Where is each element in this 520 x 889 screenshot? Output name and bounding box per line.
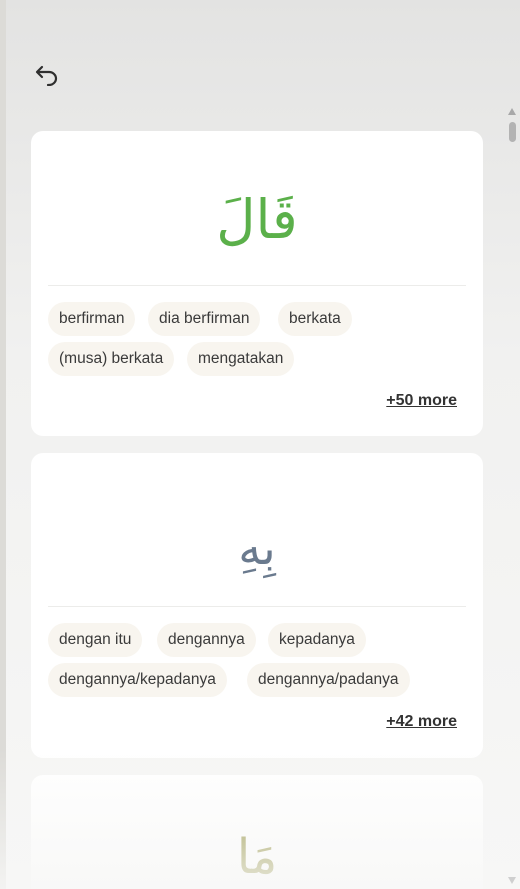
undo-arrow-icon bbox=[35, 65, 58, 86]
window-edge bbox=[0, 0, 6, 889]
word-card[interactable]: بِهِ dengan itu dengannya kepadanya deng… bbox=[31, 453, 483, 758]
word-card[interactable]: قَالَ berfirman dia berfirman berkata (m… bbox=[31, 131, 483, 436]
scroll-thumb[interactable] bbox=[509, 122, 516, 142]
arabic-word: بِهِ bbox=[31, 525, 483, 571]
meaning-tag[interactable]: dia berfirman bbox=[148, 302, 261, 336]
word-card[interactable]: مَا bbox=[31, 775, 483, 889]
meaning-tag[interactable]: mengatakan bbox=[187, 342, 295, 376]
meaning-tag[interactable]: (musa) berkata bbox=[48, 342, 175, 376]
meaning-tag[interactable]: dengannya/padanya bbox=[247, 663, 410, 697]
meaning-tag[interactable]: dengannya/kepadanya bbox=[48, 663, 227, 697]
more-meanings-link[interactable]: +42 more bbox=[386, 713, 457, 731]
meaning-tag[interactable]: dengannya bbox=[157, 623, 256, 657]
meaning-tag[interactable]: berfirman bbox=[48, 302, 136, 336]
divider bbox=[48, 285, 466, 286]
meaning-tag[interactable]: kepadanya bbox=[268, 623, 366, 657]
meaning-tag[interactable]: berkata bbox=[278, 302, 352, 336]
more-meanings-link[interactable]: +50 more bbox=[386, 392, 457, 410]
scroll-down-arrow-icon[interactable] bbox=[508, 877, 516, 884]
arabic-word-text: بِهِ bbox=[238, 521, 276, 575]
meaning-tag[interactable]: dengan itu bbox=[48, 623, 143, 657]
back-button[interactable] bbox=[32, 60, 62, 90]
scroll-up-arrow-icon[interactable] bbox=[508, 108, 516, 115]
arabic-word: قَالَ bbox=[216, 188, 298, 251]
scrollbar[interactable] bbox=[506, 108, 518, 888]
arabic-word: مَا bbox=[236, 829, 278, 885]
divider bbox=[48, 606, 466, 607]
